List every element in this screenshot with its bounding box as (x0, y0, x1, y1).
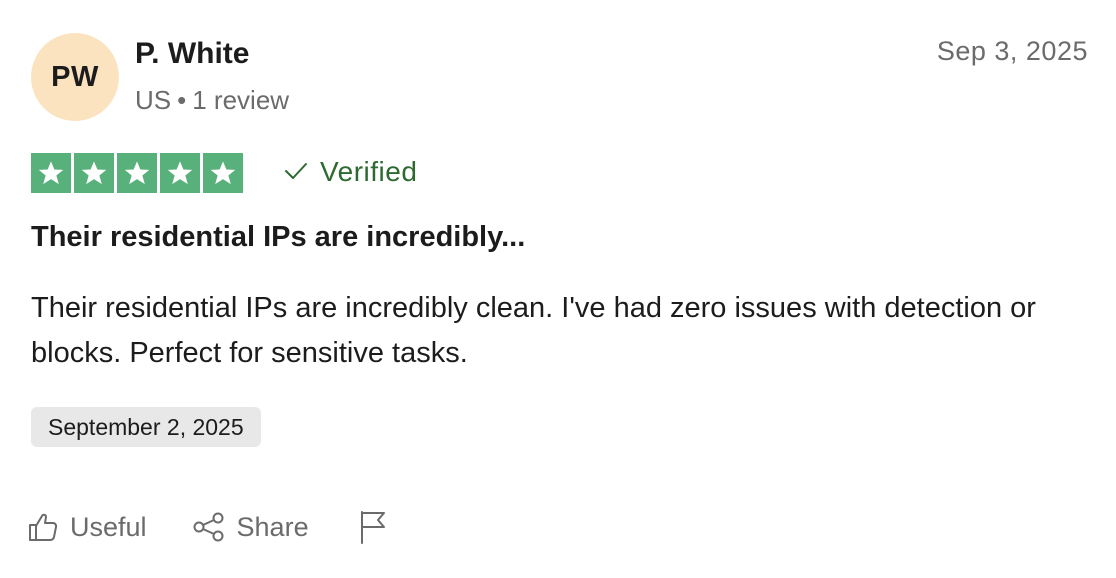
checkmark-icon (284, 154, 308, 190)
reviewer-name[interactable]: P. White (135, 36, 249, 72)
flag-icon (359, 510, 387, 544)
verified-label: Verified (320, 156, 418, 187)
reviewer-review-count: 1 review (192, 85, 290, 115)
review-body: Their residential IPs are incredibly cle… (31, 292, 1036, 369)
star-rating (31, 153, 243, 193)
report-button[interactable] (359, 510, 387, 544)
share-button[interactable]: Share (193, 512, 309, 543)
review-title[interactable]: Their residential IPs are incredibly... (31, 218, 525, 256)
meta-separator: • (177, 85, 187, 115)
avatar-initials: PW (51, 60, 99, 93)
star-icon (160, 153, 200, 193)
share-label: Share (236, 511, 309, 542)
star-icon (203, 153, 243, 193)
reviewer-meta: US • 1 review (135, 84, 289, 116)
reviewer-country: US (135, 85, 172, 115)
star-icon (31, 153, 71, 193)
star-icon (74, 153, 114, 193)
review-card: PW P. White US • 1 review Sep 3, 2025 Ve… (0, 0, 1116, 578)
useful-button[interactable]: Useful (28, 512, 147, 543)
avatar[interactable]: PW (31, 33, 119, 121)
star-icon (117, 153, 157, 193)
share-icon (193, 512, 225, 542)
experience-date-badge: September 2, 2025 (31, 407, 261, 447)
thumbs-up-icon (28, 512, 58, 542)
verified-badge[interactable]: Verified (284, 154, 417, 190)
review-date: Sep 3, 2025 (936, 36, 1088, 66)
useful-label: Useful (70, 511, 147, 542)
review-actions: Useful Share (28, 504, 387, 550)
